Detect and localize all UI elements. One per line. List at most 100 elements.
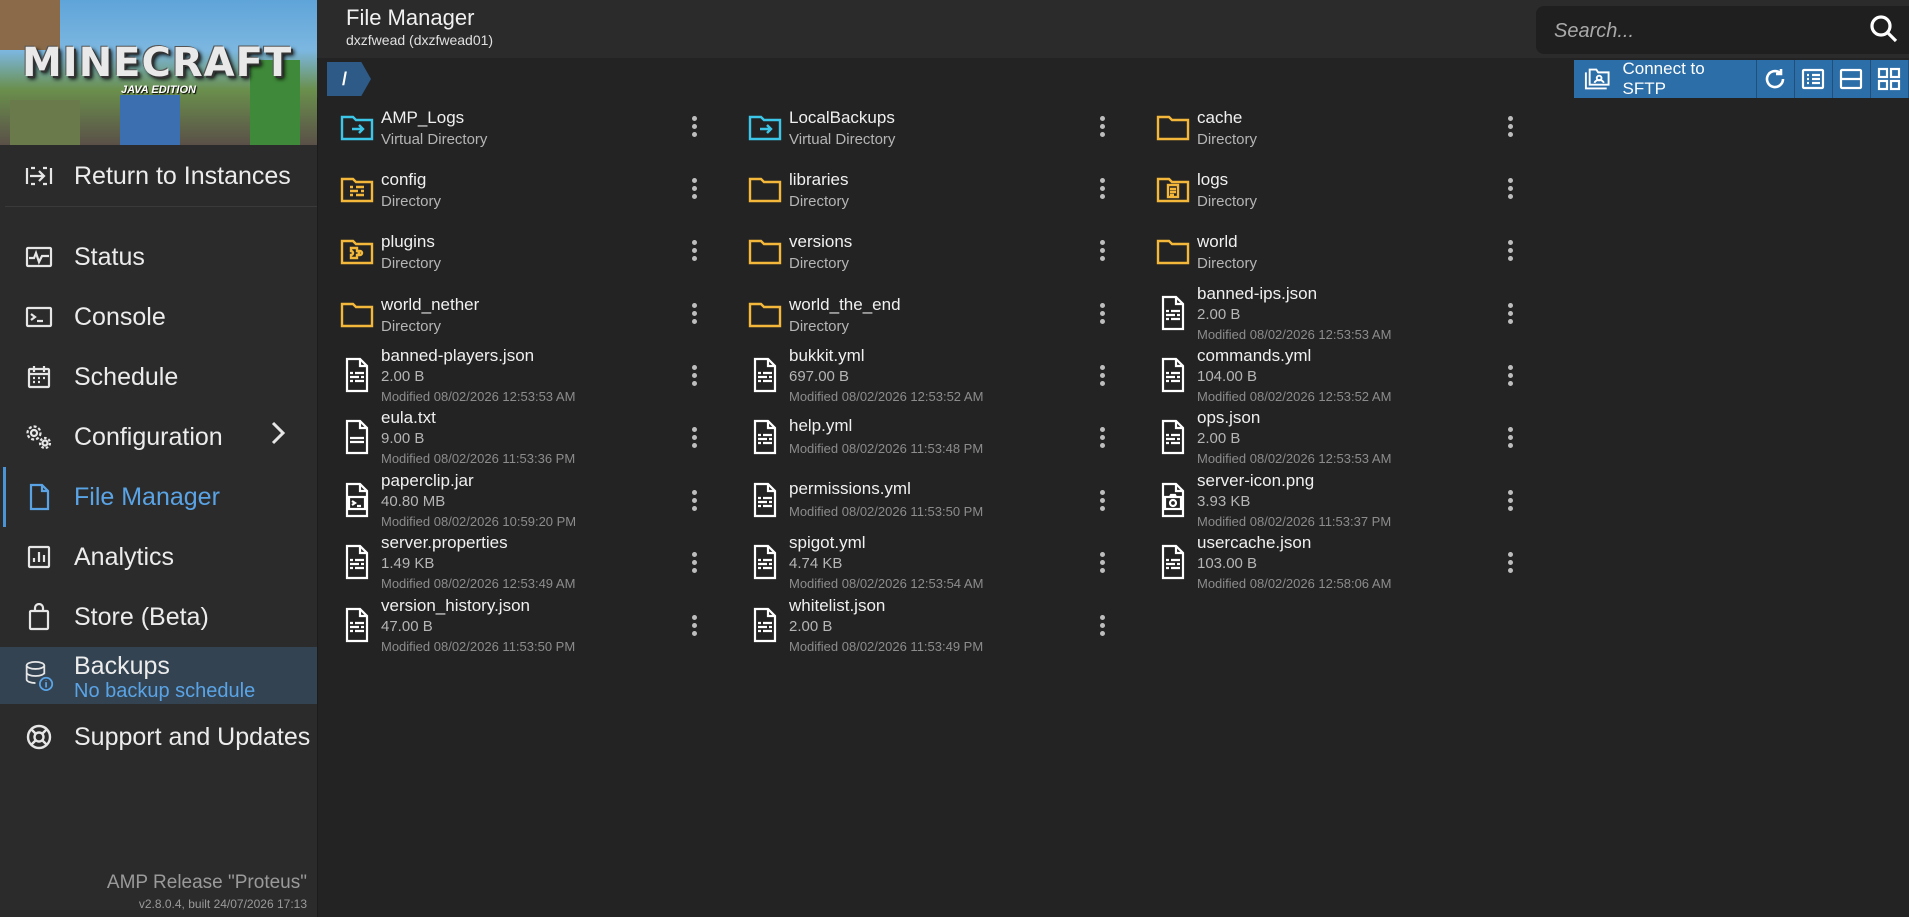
file-item[interactable]: banned-ips.json 2.00 B Modified 08/02/2026… — [1143, 284, 1551, 349]
more-options-icon[interactable] — [1505, 363, 1515, 391]
file-item[interactable]: bukkit.yml 697.00 B Modified 08/02/2026 12… — [735, 346, 1143, 411]
file-item[interactable]: paperclip.jar 40.80 MB Modified 08/02/2026… — [327, 471, 735, 536]
file-item[interactable]: commands.yml 104.00 B Modified 08/02/2026 … — [1143, 346, 1551, 411]
file-item[interactable]: config Directory — [327, 162, 735, 224]
file-icon — [339, 607, 375, 643]
more-options-icon[interactable] — [1505, 238, 1515, 266]
more-options-icon[interactable] — [1097, 176, 1107, 204]
file-info: 103.00 B — [1197, 555, 1258, 572]
file-item[interactable]: world Directory — [1143, 224, 1551, 286]
edition-label: JAVA EDITION — [121, 84, 196, 96]
database-icon — [24, 661, 54, 691]
more-options-icon[interactable] — [1097, 363, 1107, 391]
file-info: 697.00 B — [789, 368, 850, 385]
divider — [5, 206, 317, 207]
more-options-icon[interactable] — [1097, 425, 1107, 453]
nav-configuration[interactable]: Configuration — [0, 419, 317, 455]
more-options-icon[interactable] — [1505, 488, 1515, 516]
file-info: Directory — [789, 318, 850, 335]
more-options-icon[interactable] — [1097, 301, 1107, 329]
more-options-icon[interactable] — [689, 363, 699, 391]
file-item[interactable]: usercache.json 103.00 B Modified 08/02/202… — [1143, 533, 1551, 598]
file-name: spigot.yml — [789, 533, 866, 552]
list-view-button[interactable] — [1794, 60, 1833, 98]
file-item[interactable]: ops.json 2.00 B Modified 08/02/2026 12:53:… — [1143, 408, 1551, 473]
backup-status-text: No backup schedule — [74, 680, 256, 702]
grid-view-button[interactable] — [1870, 60, 1909, 98]
more-options-icon[interactable] — [689, 176, 699, 204]
breadcrumb-root[interactable]: / — [327, 62, 371, 96]
nav-status[interactable]: Status — [0, 239, 317, 275]
more-options-icon[interactable] — [1097, 613, 1107, 641]
file-item[interactable]: whitelist.json 2.00 B Modified 08/02/2026 … — [735, 596, 1143, 661]
file-item[interactable]: world_the_end Directory — [735, 287, 1143, 349]
file-icon — [1155, 482, 1191, 518]
nav-analytics[interactable]: Analytics — [0, 539, 317, 575]
nav-schedule[interactable]: Schedule — [0, 359, 317, 395]
file-modified: Modified 08/02/2026 12:53:54 AM — [789, 576, 984, 591]
file-item[interactable]: banned-players.json 2.00 B Modified 08/02/… — [327, 346, 735, 411]
refresh-button[interactable] — [1756, 60, 1795, 98]
more-options-icon[interactable] — [689, 613, 699, 641]
more-options-icon[interactable] — [689, 550, 699, 578]
connect-sftp-button[interactable]: Connect to SFTP — [1574, 59, 1757, 98]
nav-backups[interactable]: Backups No backup schedule — [0, 647, 317, 704]
file-item[interactable]: logs Directory — [1143, 162, 1551, 224]
more-options-icon[interactable] — [1097, 114, 1107, 142]
file-item[interactable]: LocalBackups Virtual Directory — [735, 100, 1143, 162]
nav-return-to-instances[interactable]: Return to Instances — [0, 158, 317, 194]
more-options-icon[interactable] — [1505, 550, 1515, 578]
more-options-icon[interactable] — [1505, 425, 1515, 453]
file-info: 4.74 KB — [789, 555, 843, 572]
file-name: paperclip.jar — [381, 471, 474, 490]
analytics-icon — [24, 542, 54, 572]
file-item[interactable]: version_history.json 47.00 B Modified 08/0… — [327, 596, 735, 661]
search-icon[interactable] — [1869, 14, 1899, 49]
file-item[interactable]: help.yml Modified 08/02/2026 11:53:48 PM — [735, 411, 1143, 473]
file-modified: Modified 08/02/2026 11:53:37 PM — [1197, 514, 1392, 529]
file-icon — [1155, 295, 1191, 331]
file-info: 2.00 B — [381, 368, 425, 385]
more-options-icon[interactable] — [1505, 176, 1515, 204]
more-options-icon[interactable] — [689, 488, 699, 516]
file-info: Directory — [789, 193, 850, 210]
file-item[interactable]: versions Directory — [735, 224, 1143, 286]
file-name: server-icon.png — [1197, 471, 1315, 490]
nav-label: Support and Updates — [74, 722, 311, 751]
file-item[interactable]: world_nether Directory — [327, 287, 735, 349]
file-item[interactable]: libraries Directory — [735, 162, 1143, 224]
search-input[interactable] — [1552, 15, 1856, 47]
file-name: cache — [1197, 108, 1243, 127]
more-options-icon[interactable] — [1097, 488, 1107, 516]
file-item[interactable]: plugins Directory — [327, 224, 735, 286]
file-name: help.yml — [789, 416, 853, 435]
file-modified: Modified 08/02/2026 11:53:50 PM — [381, 639, 576, 654]
file-item[interactable]: eula.txt 9.00 B Modified 08/02/2026 11:53:… — [327, 408, 735, 473]
file-name: config — [381, 170, 427, 189]
file-item[interactable]: permissions.yml Modified 08/02/2026 11:53… — [735, 474, 1143, 536]
more-options-icon[interactable] — [1097, 550, 1107, 578]
more-options-icon[interactable] — [689, 114, 699, 142]
nav-support-and-updates[interactable]: Support and Updates — [0, 719, 317, 755]
file-item[interactable]: AMP_Logs Virtual Directory — [327, 100, 735, 162]
nav-store[interactable]: Store (Beta) — [0, 599, 317, 635]
more-options-icon[interactable] — [689, 425, 699, 453]
more-options-icon[interactable] — [689, 301, 699, 329]
file-name: banned-players.json — [381, 346, 535, 365]
file-item[interactable]: server-icon.png 3.93 KB Modified 08/02/202… — [1143, 471, 1551, 536]
detail-view-button[interactable] — [1832, 60, 1871, 98]
nav-file-manager[interactable]: File Manager — [0, 479, 317, 515]
file-item[interactable]: cache Directory — [1143, 100, 1551, 162]
more-options-icon[interactable] — [1097, 238, 1107, 266]
nav-console[interactable]: Console — [0, 299, 317, 335]
file-icon — [747, 482, 783, 518]
file-item[interactable]: server.properties 1.49 KB Modified 08/02/2… — [327, 533, 735, 598]
file-name: commands.yml — [1197, 346, 1312, 365]
more-options-icon[interactable] — [1505, 114, 1515, 142]
file-item[interactable]: spigot.yml 4.74 KB Modified 08/02/2026 12:… — [735, 533, 1143, 598]
return-icon — [24, 161, 54, 191]
file-icon — [339, 357, 375, 393]
folder-icon — [747, 295, 783, 331]
more-options-icon[interactable] — [689, 238, 699, 266]
more-options-icon[interactable] — [1505, 301, 1515, 329]
